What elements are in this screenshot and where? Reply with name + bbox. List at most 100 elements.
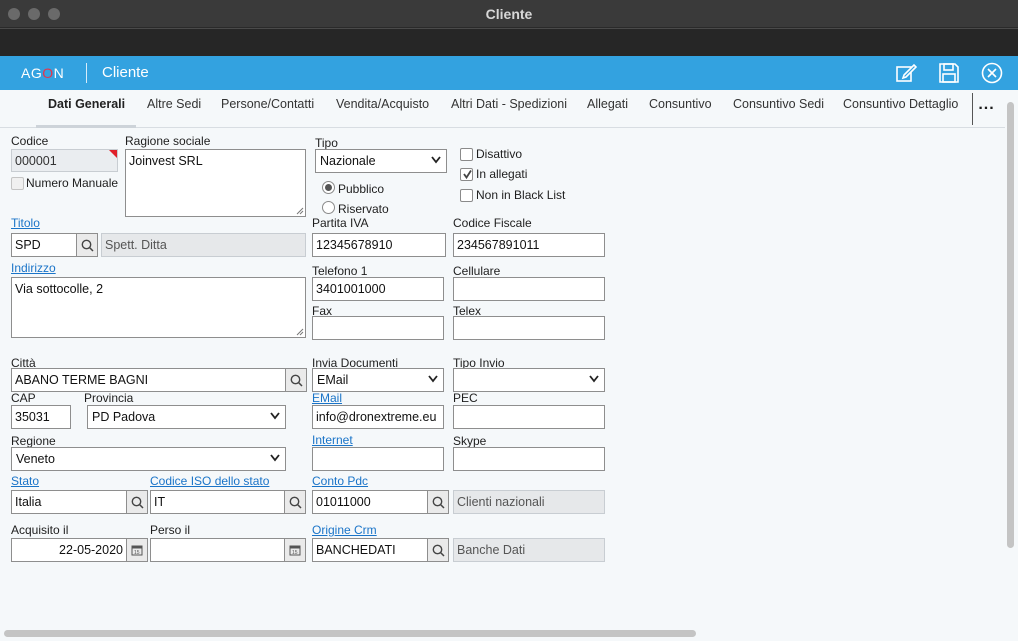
partita-iva-value: 12345678910: [316, 238, 393, 252]
indirizzo-link[interactable]: Indirizzo: [11, 261, 56, 275]
pec-field[interactable]: [453, 405, 605, 429]
citta-search-button[interactable]: [285, 368, 307, 392]
conto-pdc-field[interactable]: 01011000: [312, 490, 428, 514]
titolo-link[interactable]: Titolo: [11, 216, 40, 230]
codice-iso-search-button[interactable]: [284, 490, 306, 514]
checkmark-icon: [463, 170, 472, 180]
disattivo-checkbox[interactable]: [460, 148, 473, 161]
in-allegati-checkbox[interactable]: [460, 168, 473, 181]
tipo-select[interactable]: Nazionale: [315, 149, 447, 173]
tipo-invio-select[interactable]: [453, 368, 605, 392]
cap-value: 35031: [15, 410, 50, 424]
regione-label: Regione: [11, 434, 56, 448]
provincia-select[interactable]: PD Padova: [87, 405, 286, 429]
partita-iva-field[interactable]: 12345678910: [312, 233, 446, 257]
invia-documenti-select[interactable]: EMail: [312, 368, 444, 392]
telefono1-field[interactable]: 3401001000: [312, 277, 444, 301]
conto-pdc-search-button[interactable]: [427, 490, 449, 514]
calendar-icon: 15: [289, 545, 301, 556]
cap-field[interactable]: 35031: [11, 405, 71, 429]
vertical-scrollbar-thumb[interactable]: [1007, 102, 1014, 548]
provincia-label: Provincia: [84, 391, 134, 405]
skype-label: Skype: [453, 434, 487, 448]
tab-vendita-acquisto[interactable]: Vendita/Acquisto: [336, 97, 429, 111]
numero-manuale-label: Numero Manuale: [26, 176, 119, 190]
search-icon: [432, 496, 445, 509]
partita-iva-label: Partita IVA: [312, 216, 369, 230]
chevron-down-icon: [431, 156, 441, 164]
titolo-code-field[interactable]: SPD: [11, 233, 77, 257]
non-black-list-checkbox[interactable]: [460, 189, 473, 202]
codice-fiscale-field[interactable]: 234567891011: [453, 233, 605, 257]
chevron-down-icon: [270, 412, 280, 420]
indirizzo-value: Via sottocolle, 2: [15, 282, 104, 296]
fax-field[interactable]: [312, 316, 444, 340]
header-divider: [86, 63, 87, 83]
skype-field[interactable]: [453, 447, 605, 471]
edit-button[interactable]: [895, 62, 918, 84]
origine-crm-link[interactable]: Origine Crm: [312, 523, 377, 537]
titolo-search-button[interactable]: [76, 233, 98, 257]
calendar-icon: 15: [131, 545, 143, 556]
codice-iso-field[interactable]: IT: [150, 490, 285, 514]
telefono1-label: Telefono 1: [312, 264, 368, 278]
window-titlebar: Cliente: [0, 0, 1018, 28]
tab-consuntivo-sedi[interactable]: Consuntivo Sedi: [733, 97, 824, 111]
horizontal-scrollbar-thumb[interactable]: [4, 630, 696, 637]
codice-fiscale-value: 234567891011: [457, 238, 540, 252]
regione-select[interactable]: Veneto: [11, 447, 286, 471]
tab-altre-sedi[interactable]: Altre Sedi: [147, 97, 201, 111]
internet-field[interactable]: [312, 447, 444, 471]
internet-link[interactable]: Internet: [312, 433, 353, 447]
tab-consuntivo-dettaglio[interactable]: Consuntivo Dettaglio: [843, 97, 958, 111]
acquisito-il-calendar-button[interactable]: 15: [126, 538, 148, 562]
email-link[interactable]: EMail: [312, 391, 342, 405]
svg-text:15: 15: [292, 550, 298, 556]
stato-link[interactable]: Stato: [11, 474, 39, 488]
close-circle-icon: [981, 62, 1003, 84]
stato-field[interactable]: Italia: [11, 490, 127, 514]
email-field[interactable]: info@dronextreme.eu: [312, 405, 444, 429]
codice-field[interactable]: 000001: [11, 149, 118, 172]
ragione-sociale-label: Ragione sociale: [125, 134, 211, 148]
perso-il-field[interactable]: [150, 538, 285, 562]
ragione-sociale-value: Joinvest SRL: [129, 154, 203, 168]
chevron-down-icon: [270, 454, 280, 462]
ragione-sociale-textarea[interactable]: Joinvest SRL: [125, 149, 306, 217]
perso-il-label: Perso il: [150, 523, 191, 537]
resize-grip-icon: [296, 328, 304, 336]
tab-consuntivo[interactable]: Consuntivo: [649, 97, 712, 111]
codice-iso-link[interactable]: Codice ISO dello stato: [150, 474, 269, 488]
pubblico-radio[interactable]: [322, 181, 335, 194]
tipo-label: Tipo: [315, 136, 338, 150]
pec-label: PEC: [453, 391, 478, 405]
citta-field[interactable]: ABANO TERME BAGNI: [11, 368, 286, 392]
more-tabs-button[interactable]: ...: [972, 93, 1000, 125]
pubblico-label: Pubblico: [338, 182, 385, 196]
stato-search-button[interactable]: [126, 490, 148, 514]
codice-label: Codice: [11, 134, 49, 148]
titolo-description-value: Spett. Ditta: [105, 238, 167, 252]
indirizzo-textarea[interactable]: Via sottocolle, 2: [11, 277, 306, 338]
edit-icon: [896, 63, 918, 82]
save-button[interactable]: [938, 62, 960, 84]
email-value: info@dronextreme.eu: [316, 410, 437, 424]
tab-persone-contatti[interactable]: Persone/Contatti: [221, 97, 314, 111]
telex-field[interactable]: [453, 316, 605, 340]
conto-pdc-link[interactable]: Conto Pdc: [312, 474, 368, 488]
chevron-down-icon: [589, 375, 599, 383]
perso-il-calendar-button[interactable]: 15: [284, 538, 306, 562]
cellulare-field[interactable]: [453, 277, 605, 301]
riservato-radio[interactable]: [322, 201, 335, 214]
acquisito-il-field[interactable]: 22-05-2020: [11, 538, 127, 562]
tab-altri-dati-spedizioni[interactable]: Altri Dati - Spedizioni: [451, 97, 567, 111]
tab-allegati[interactable]: Allegati: [587, 97, 628, 111]
tab-dati-generali[interactable]: Dati Generali: [48, 97, 125, 111]
numero-manuale-checkbox[interactable]: [11, 177, 24, 190]
origine-crm-search-button[interactable]: [427, 538, 449, 562]
close-button[interactable]: [981, 62, 1003, 84]
content-area: Dati Generali Altre Sedi Persone/Contatt…: [0, 90, 1018, 641]
origine-crm-field[interactable]: BANCHEDATI: [312, 538, 428, 562]
cellulare-label: Cellulare: [453, 264, 501, 278]
regione-value: Veneto: [16, 452, 55, 466]
